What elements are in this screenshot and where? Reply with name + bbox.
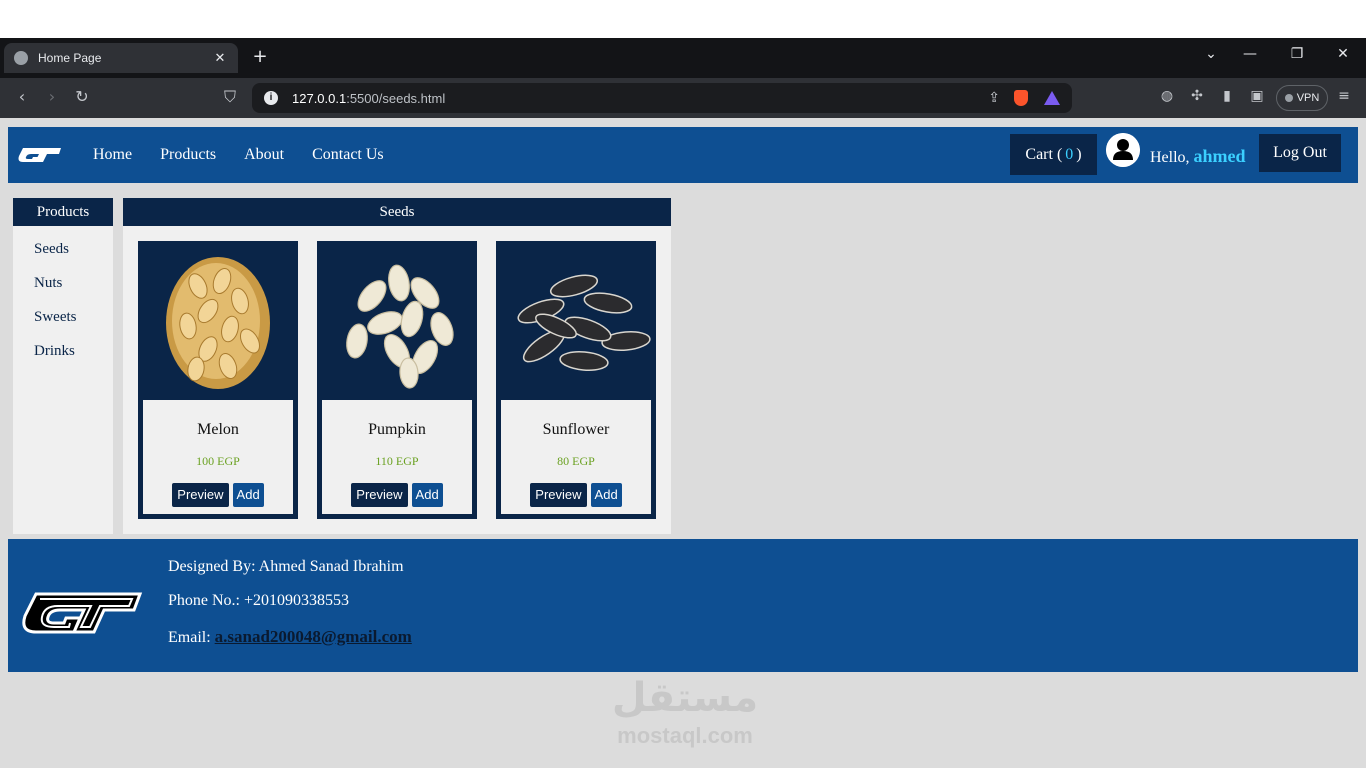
nav-contact[interactable]: Contact Us: [312, 146, 384, 164]
section-heading: Seeds: [123, 198, 671, 226]
window-close-icon[interactable]: ✕: [1331, 46, 1355, 62]
share-icon[interactable]: ⇪: [988, 90, 1000, 106]
nav-about[interactable]: About: [244, 146, 284, 164]
forward-icon[interactable]: ›: [41, 87, 63, 106]
product-price: 80 EGP: [557, 454, 595, 468]
products-section: Seeds Melon 100 EGP Preview Add Pumpkin …: [123, 198, 671, 534]
bookmark-icon[interactable]: ⛉: [219, 87, 241, 107]
nav-home[interactable]: Home: [93, 146, 132, 164]
preview-button[interactable]: Preview: [351, 483, 408, 507]
product-actions: Preview Add: [143, 483, 293, 507]
cart-count: 0: [1065, 145, 1074, 163]
footer-phone: Phone No.: +201090338553: [168, 592, 350, 609]
plus-icon[interactable]: +: [250, 46, 270, 67]
back-icon[interactable]: ‹: [11, 87, 33, 106]
footer-email-label: Email:: [168, 629, 211, 646]
menu-icon[interactable]: ≡: [1334, 88, 1354, 104]
site-footer: Designed By: Ahmed Sanad Ibrahim Phone N…: [8, 539, 1358, 672]
product-actions: Preview Add: [501, 483, 651, 507]
restore-icon[interactable]: ❐: [1285, 46, 1309, 62]
preview-button[interactable]: Preview: [530, 483, 587, 507]
reload-icon[interactable]: ↻: [71, 87, 93, 106]
category-sidebar: Products Seeds Nuts Sweets Drinks: [13, 198, 113, 534]
add-to-cart-button[interactable]: Add: [590, 483, 622, 507]
preview-button[interactable]: Preview: [172, 483, 229, 507]
product-price: 110 EGP: [375, 454, 419, 468]
mostaql-watermark: مستقل mostaql.com: [600, 673, 770, 749]
extensions-icon[interactable]: ✣: [1187, 88, 1207, 104]
brave-rewards-icon[interactable]: [1044, 91, 1060, 105]
product-card-melon: Melon 100 EGP Preview Add: [138, 241, 298, 519]
footer-email-line: Email: a.sanad200048@gmail.com: [168, 627, 412, 647]
product-name: Pumpkin: [368, 421, 426, 438]
sunflower-seeds-image: [517, 274, 651, 371]
minimize-icon[interactable]: —: [1238, 46, 1262, 62]
product-price: 100 EGP: [196, 454, 240, 468]
browser-tabbar: Home Page ✕ + ⌄ — ❐ ✕: [0, 38, 1366, 78]
product-actions: Preview Add: [322, 483, 472, 507]
sidebar-item-nuts[interactable]: Nuts: [13, 266, 113, 300]
browser-tab[interactable]: Home Page ✕: [4, 43, 238, 73]
user-name: ahmed: [1193, 146, 1246, 166]
tab-title: Home Page: [38, 51, 102, 65]
product-card-body: Pumpkin 110 EGP Preview Add: [322, 400, 472, 514]
page-viewport: Home Products About Contact Us Cart ( 0 …: [0, 118, 1366, 768]
greeting-text: Hello,: [1150, 149, 1190, 166]
footer-email-link[interactable]: a.sanad200048@gmail.com: [215, 627, 412, 646]
vpn-status-icon: [1284, 94, 1293, 102]
address-bar[interactable]: i 127.0.0.1:5500/seeds.html ⇪: [252, 83, 1072, 113]
vpn-button[interactable]: VPN: [1276, 85, 1328, 111]
url-text: 127.0.0.1:5500/seeds.html: [292, 91, 974, 106]
wallet-icon[interactable]: ▣: [1247, 88, 1267, 104]
sidebar-item-sweets[interactable]: Sweets: [13, 300, 113, 334]
sidebar-item-drinks[interactable]: Drinks: [13, 334, 113, 368]
add-to-cart-button[interactable]: Add: [411, 483, 443, 507]
brave-shields-icon[interactable]: [1014, 90, 1028, 106]
logout-button[interactable]: Log Out: [1259, 134, 1341, 172]
cart-label-close: ): [1076, 145, 1082, 163]
gt-logo[interactable]: [17, 146, 65, 164]
site-navbar: Home Products About Contact Us Cart ( 0 …: [8, 127, 1358, 183]
vpn-label: VPN: [1296, 92, 1320, 104]
sidebar-heading: Products: [13, 198, 113, 226]
sidebar-item-seeds[interactable]: Seeds: [13, 232, 113, 266]
product-card-sunflower: Sunflower 80 EGP Preview Add: [496, 241, 656, 519]
product-card-body: Sunflower 80 EGP Preview Add: [501, 400, 651, 514]
cart-button[interactable]: Cart ( 0 ): [1010, 134, 1097, 175]
cart-label: Cart (: [1025, 145, 1063, 163]
top-strip: [0, 0, 1366, 38]
greeting: Hello, ahmed: [1150, 146, 1246, 167]
add-to-cart-button[interactable]: Add: [232, 483, 264, 507]
product-name: Melon: [197, 421, 239, 438]
close-icon[interactable]: ✕: [212, 51, 228, 66]
user-avatar-icon[interactable]: [1106, 133, 1140, 167]
product-name: Sunflower: [542, 421, 610, 438]
url-host: 127.0.0.1: [292, 90, 347, 106]
sidebar-icon[interactable]: ▮: [1217, 88, 1237, 104]
footer-designer: Designed By: Ahmed Sanad Ibrahim: [168, 558, 404, 575]
melon-seeds-image: [166, 257, 270, 389]
nav-products[interactable]: Products: [160, 146, 216, 164]
pumpkin-seeds-image: [346, 264, 454, 389]
product-card-pumpkin: Pumpkin 110 EGP Preview Add: [317, 241, 477, 519]
watermark-latin: mostaql.com: [617, 723, 753, 748]
browser-toolbar: ‹ › ↻ ⛉ i 127.0.0.1:5500/seeds.html ⇪ ◍ …: [0, 78, 1366, 118]
info-icon[interactable]: i: [264, 91, 278, 105]
translate-icon[interactable]: ◍: [1157, 88, 1177, 104]
watermark-arabic: مستقل: [611, 675, 759, 721]
url-path: :5500/seeds.html: [346, 90, 446, 106]
chevron-down-icon[interactable]: ⌄: [1199, 46, 1223, 62]
product-card-body: Melon 100 EGP Preview Add: [143, 400, 293, 514]
globe-icon: [14, 51, 28, 65]
gt-logo-footer: [22, 592, 143, 634]
